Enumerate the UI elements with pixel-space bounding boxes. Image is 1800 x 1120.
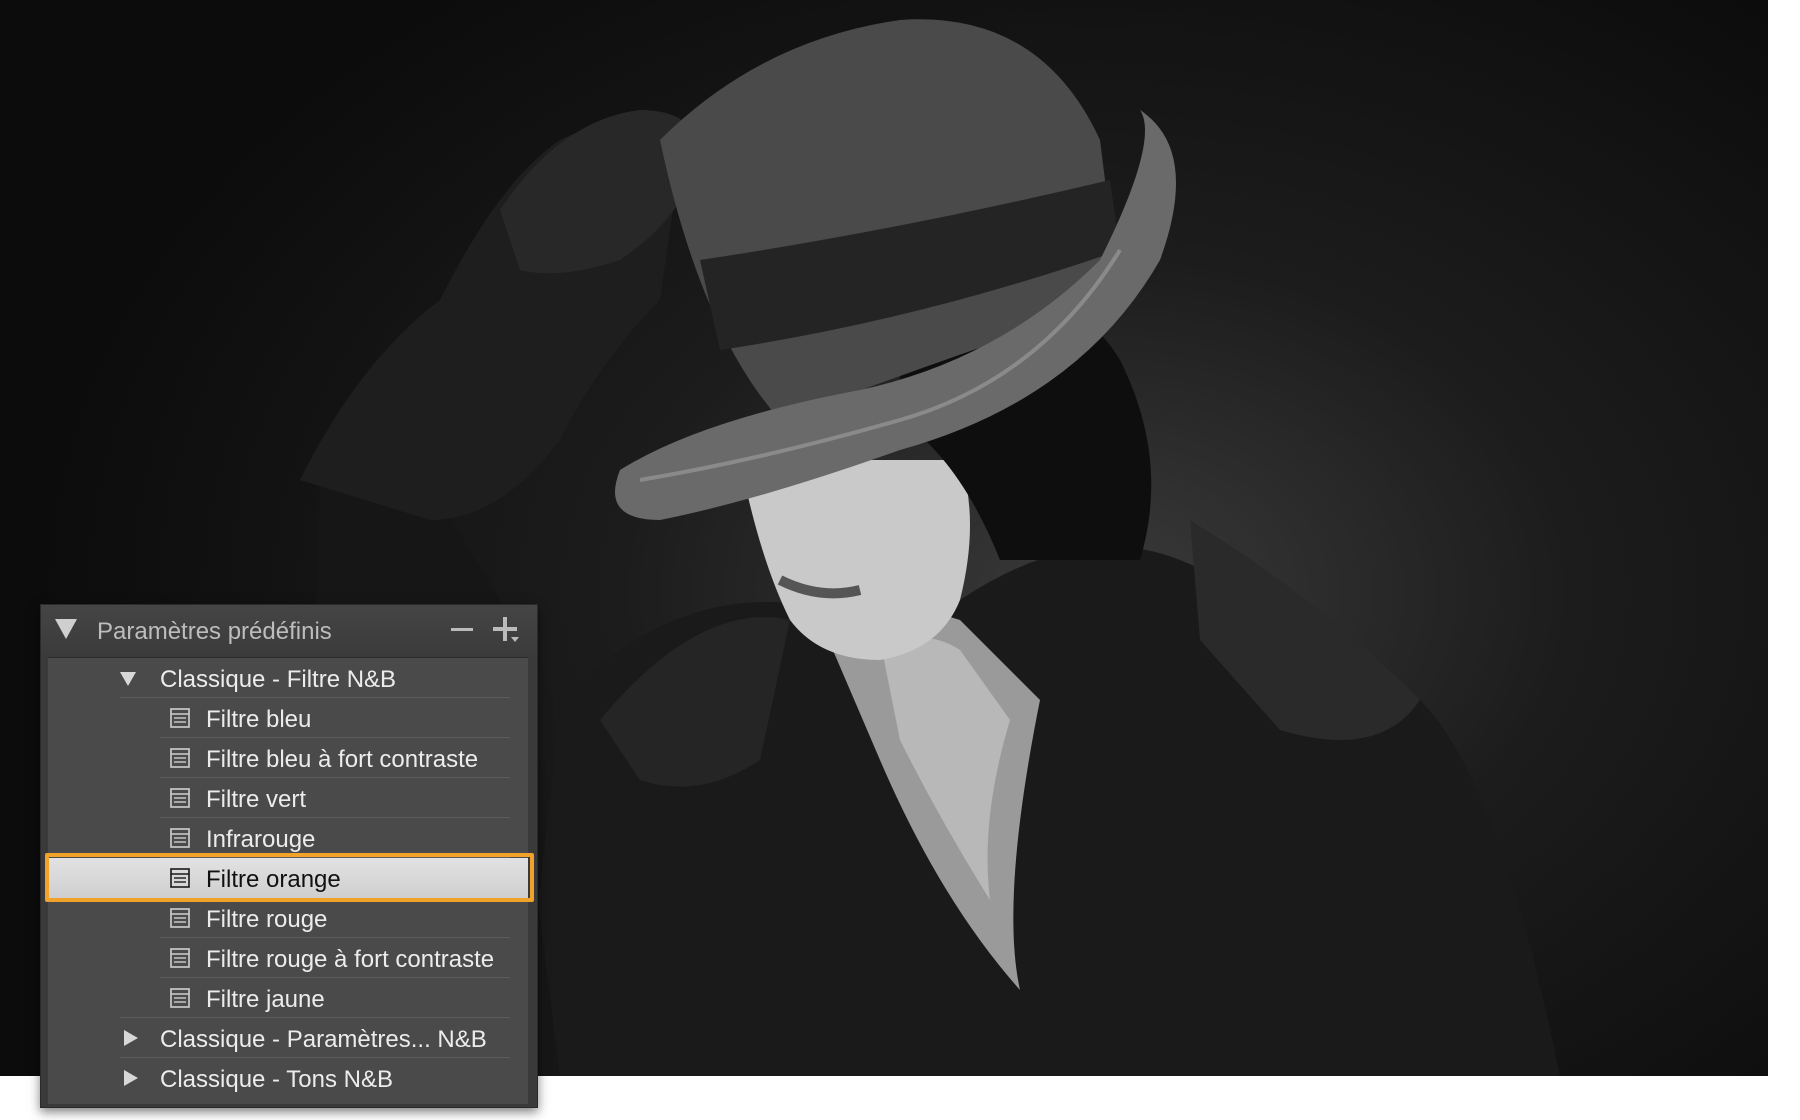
preset-list-icon (170, 988, 190, 1008)
triangle-right-icon[interactable] (124, 1030, 138, 1046)
preset-group-classique-parametres-nb[interactable]: Classique - Paramètres... N&B (48, 1018, 528, 1058)
triangle-down-icon[interactable] (120, 672, 136, 686)
preset-item-label: Filtre orange (206, 866, 341, 893)
triangle-down-icon[interactable] (55, 619, 77, 639)
preset-list-icon (170, 748, 190, 768)
presets-panel-header[interactable]: Paramètres prédéfinis (41, 605, 537, 655)
preset-item-filtre-rouge-fort-contraste[interactable]: Filtre rouge à fort contraste (48, 938, 528, 978)
preset-list-icon (170, 948, 190, 968)
preset-item-filtre-orange[interactable]: Filtre orange (48, 858, 528, 898)
preset-list-icon (170, 788, 190, 808)
preset-group-classique-tons-nb[interactable]: Classique - Tons N&B (48, 1058, 528, 1098)
preset-item-label: Filtre bleu (206, 706, 312, 733)
preset-item-label: Filtre rouge à fort contraste (206, 946, 495, 973)
preset-list-icon (170, 868, 190, 888)
preset-list-icon (170, 828, 190, 848)
minus-icon[interactable] (451, 628, 473, 631)
preset-list-icon (170, 708, 190, 728)
preset-group-label: Classique - Tons N&B (160, 1066, 393, 1093)
presets-panel: Paramètres prédéfinis Classique - Filtre… (40, 604, 538, 1108)
presets-list: Classique - Filtre N&B Filtre bleu Filtr… (48, 657, 528, 1104)
triangle-right-icon[interactable] (124, 1070, 138, 1086)
preset-item-filtre-bleu[interactable]: Filtre bleu (48, 698, 528, 738)
preset-list-icon (170, 908, 190, 928)
preset-item-label: Filtre vert (206, 786, 307, 813)
presets-panel-title: Paramètres prédéfinis (97, 618, 332, 645)
preset-item-label: Filtre jaune (206, 986, 325, 1013)
preset-item-label: Filtre rouge (206, 906, 328, 933)
preset-item-filtre-rouge[interactable]: Filtre rouge (48, 898, 528, 938)
preset-item-filtre-jaune[interactable]: Filtre jaune (48, 978, 528, 1018)
app-canvas: Paramètres prédéfinis Classique - Filtre… (0, 0, 1800, 1120)
preset-item-filtre-vert[interactable]: Filtre vert (48, 778, 528, 818)
preset-item-label: Filtre bleu à fort contraste (206, 746, 479, 773)
chevron-down-icon[interactable] (511, 637, 519, 642)
preset-item-infrarouge[interactable]: Infrarouge (48, 818, 528, 858)
preset-group-classique-filtre-nb[interactable]: Classique - Filtre N&B (48, 658, 528, 698)
preset-group-label: Classique - Filtre N&B (160, 666, 397, 693)
preset-group-label: Classique - Paramètres... N&B (160, 1026, 487, 1053)
preset-item-label: Infrarouge (206, 826, 316, 853)
preset-item-filtre-bleu-fort-contraste[interactable]: Filtre bleu à fort contraste (48, 738, 528, 778)
